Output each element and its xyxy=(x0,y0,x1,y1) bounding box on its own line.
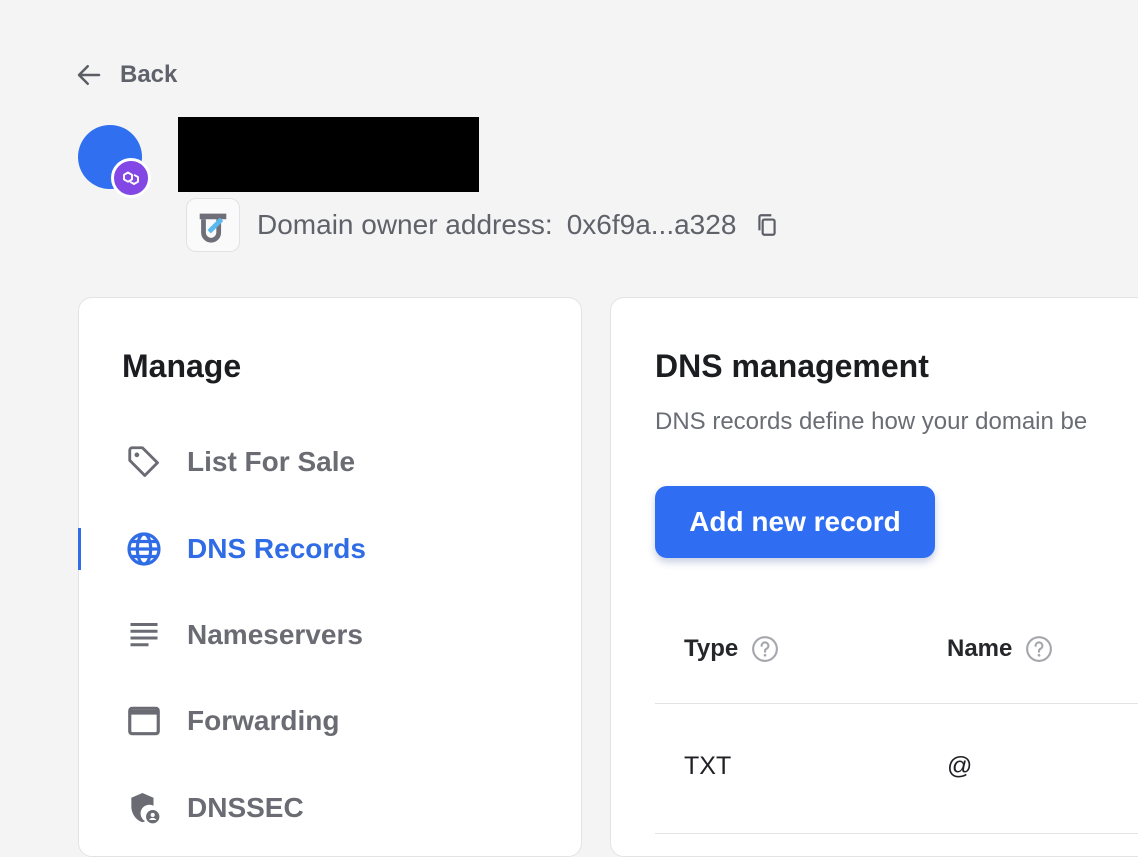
tag-icon xyxy=(123,441,165,483)
unstoppable-domains-logo xyxy=(186,198,240,252)
column-header-label: Type xyxy=(684,635,739,662)
menu-item-label: Forwarding xyxy=(187,705,340,736)
owner-address-label: Domain owner address: xyxy=(257,209,553,240)
dns-management-card: DNS management DNS records define how yo… xyxy=(610,297,1138,857)
domain-name-redacted xyxy=(178,117,479,192)
arrow-left-icon xyxy=(77,65,101,85)
polygon-icon xyxy=(123,171,139,185)
menu-item-label: List For Sale xyxy=(187,446,356,477)
column-header-type: Type xyxy=(684,634,780,664)
menu-item-list-for-sale[interactable]: List For Sale xyxy=(79,432,581,492)
owner-address-value: 0x6f9a...a328 xyxy=(566,209,737,240)
browser-window-icon xyxy=(123,700,165,742)
add-new-record-button[interactable]: Add new record xyxy=(655,486,935,558)
back-button[interactable]: Back xyxy=(74,60,177,90)
globe-icon xyxy=(123,528,165,570)
record-name-cell: @ xyxy=(947,752,973,780)
menu-item-label: DNSSEC xyxy=(187,792,304,823)
manage-title: Manage xyxy=(122,348,242,384)
table-divider xyxy=(655,703,1138,704)
manage-card: Manage List For Sale DNS Records Nameser… xyxy=(78,297,582,857)
record-type-cell: TXT xyxy=(684,752,732,780)
help-circle-icon[interactable] xyxy=(1024,634,1054,664)
copy-icon xyxy=(758,214,777,236)
column-header-label: Name xyxy=(947,635,1013,662)
shield-user-icon xyxy=(123,787,165,829)
back-label: Back xyxy=(120,61,178,88)
menu-item-nameservers[interactable]: Nameservers xyxy=(79,605,581,665)
dns-management-title: DNS management xyxy=(655,348,929,384)
table-divider xyxy=(655,833,1138,834)
menu-item-dnssec[interactable]: DNSSEC xyxy=(79,778,581,838)
column-header-name: Name xyxy=(947,634,1054,664)
dns-description: DNS records define how your domain be xyxy=(655,408,1088,435)
domain-owner-row: Domain owner address: 0x6f9a...a328 xyxy=(186,197,782,253)
ud-logo-icon xyxy=(199,213,227,243)
help-circle-icon[interactable] xyxy=(750,634,780,664)
polygon-chain-badge xyxy=(111,158,151,198)
lines-icon xyxy=(123,614,165,656)
menu-item-label: DNS Records xyxy=(187,533,366,564)
menu-item-label: Nameservers xyxy=(187,619,363,650)
copy-address-button[interactable] xyxy=(752,210,782,240)
menu-item-dns-records[interactable]: DNS Records xyxy=(78,519,581,579)
menu-item-forwarding[interactable]: Forwarding xyxy=(79,691,581,751)
